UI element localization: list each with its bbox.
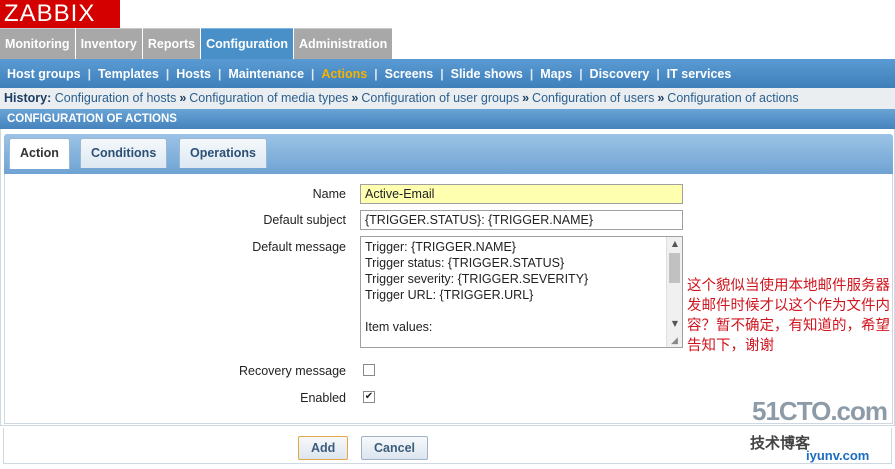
default-message-label: Default message (252, 240, 346, 254)
history-label: History: (4, 91, 52, 105)
history-link[interactable]: Configuration of users (532, 91, 654, 105)
history-link[interactable]: Configuration of hosts (55, 91, 177, 105)
tab-operations[interactable]: Operations (179, 138, 267, 168)
sub-menu-host-groups[interactable]: Host groups (7, 67, 81, 81)
scroll-thumb[interactable] (669, 253, 680, 283)
history-link[interactable]: Configuration of media types (189, 91, 348, 105)
watermark-blog: 技术博客 (750, 434, 811, 452)
sub-menu-it-services[interactable]: IT services (667, 67, 732, 81)
message-line: Trigger severity: {TRIGGER.SEVERITY} (365, 272, 589, 286)
name-input[interactable]: Active-Email (360, 184, 683, 204)
sub-menu-discovery[interactable]: Discovery (590, 67, 650, 81)
tab-conditions[interactable]: Conditions (80, 138, 168, 168)
sub-menu-separator: | (87, 66, 91, 81)
sub-menu-slide-shows[interactable]: Slide shows (451, 67, 523, 81)
sub-menu-separator: | (529, 66, 534, 81)
history-link[interactable]: Configuration of user groups (361, 91, 519, 105)
main-menu: Monitoring Inventory Reports Configuration A… (0, 28, 895, 59)
main-tab-administration[interactable]: Administration (294, 28, 393, 59)
name-label: Name (312, 187, 346, 201)
sub-menu-separator: | (374, 66, 378, 81)
add-button[interactable]: Add (298, 436, 349, 460)
header: ZABBIX (0, 0, 895, 28)
annotation-note: 这个貌似当使用本地邮件服务器发邮件时候才以这个作为文件内容？暂不确定，有知道的，… (687, 278, 890, 354)
sub-menu-separator: | (311, 66, 315, 81)
default-message-textarea[interactable]: Trigger: {TRIGGER.NAME} Trigger status: {… (360, 236, 683, 348)
tab-action[interactable]: Action (9, 138, 70, 169)
history-separator: » (522, 91, 530, 105)
recovery-message-checkbox[interactable] (363, 364, 375, 376)
sub-menu-screens[interactable]: Screens (385, 67, 434, 81)
sub-menu-maps[interactable]: Maps (540, 67, 572, 81)
resize-grip-icon[interactable]: ◢ (671, 336, 681, 346)
sub-menu-separator: | (165, 66, 170, 81)
main-tab-configuration[interactable]: Configuration (201, 28, 294, 59)
main-menu-tabs: Monitoring Inventory Reports Configuration A… (0, 28, 393, 59)
main-tab-monitoring[interactable]: Monitoring (0, 28, 75, 59)
message-line: Trigger: {TRIGGER.NAME} (365, 240, 516, 254)
default-message-lines: Trigger: {TRIGGER.NAME} Trigger status: {… (365, 239, 664, 335)
sub-menu-separator: | (440, 66, 444, 81)
scroll-up-icon[interactable]: ▲ (667, 237, 682, 251)
message-line: Item values: (365, 320, 433, 334)
sub-menu-hosts[interactable]: Hosts (176, 67, 211, 81)
sub-menu-actions[interactable]: Actions (321, 67, 367, 81)
main-tab-inventory[interactable]: Inventory (75, 28, 142, 59)
sub-menu-separator: | (579, 66, 583, 81)
message-scrollbar[interactable]: ▲ ▼ (666, 237, 682, 347)
default-subject-label: Default subject (263, 213, 346, 227)
watermark: 51CTO.com 技术博客 iyunv.com (748, 396, 890, 466)
message-line: Trigger URL: {TRIGGER.URL} (365, 288, 534, 302)
scroll-down-icon[interactable]: ▼ (667, 317, 682, 331)
main-tab-reports[interactable]: Reports (142, 28, 201, 59)
default-subject-input[interactable]: {TRIGGER.STATUS}: {TRIGGER.NAME} (360, 210, 683, 230)
history-separator: » (351, 91, 359, 105)
history-breadcrumb: History: Configuration of hosts» Configur… (0, 88, 895, 109)
message-line: Trigger status: {TRIGGER.STATUS} (365, 256, 565, 270)
enabled-label: Enabled (300, 391, 346, 405)
message-line (365, 303, 664, 319)
sub-menu-templates[interactable]: Templates (98, 67, 159, 81)
watermark-url: iyunv.com (806, 448, 870, 463)
sub-menu-maintenance[interactable]: Maintenance (228, 67, 304, 81)
sub-menu: Host groups | Templates | Hosts | Maintenance |… (0, 59, 895, 88)
cancel-button[interactable]: Cancel (361, 436, 428, 460)
sub-menu-separator: | (217, 66, 222, 81)
action-form: Name Active-Email Default subject {TRIGG… (4, 174, 893, 424)
sub-menu-separator: | (656, 66, 660, 81)
recovery-message-label: Recovery message (239, 364, 346, 378)
enabled-checkbox[interactable]: ✔ (363, 391, 375, 403)
page-title: CONFIGURATION OF ACTIONS (0, 109, 895, 129)
history-separator: » (657, 91, 665, 105)
history-separator: » (179, 91, 187, 105)
history-link[interactable]: Configuration of actions (667, 91, 798, 105)
watermark-site: 51CTO.com (752, 396, 888, 426)
form-tab-area: Action Conditions Operations Name Active… (0, 129, 895, 425)
zabbix-logo[interactable]: ZABBIX (0, 0, 120, 28)
